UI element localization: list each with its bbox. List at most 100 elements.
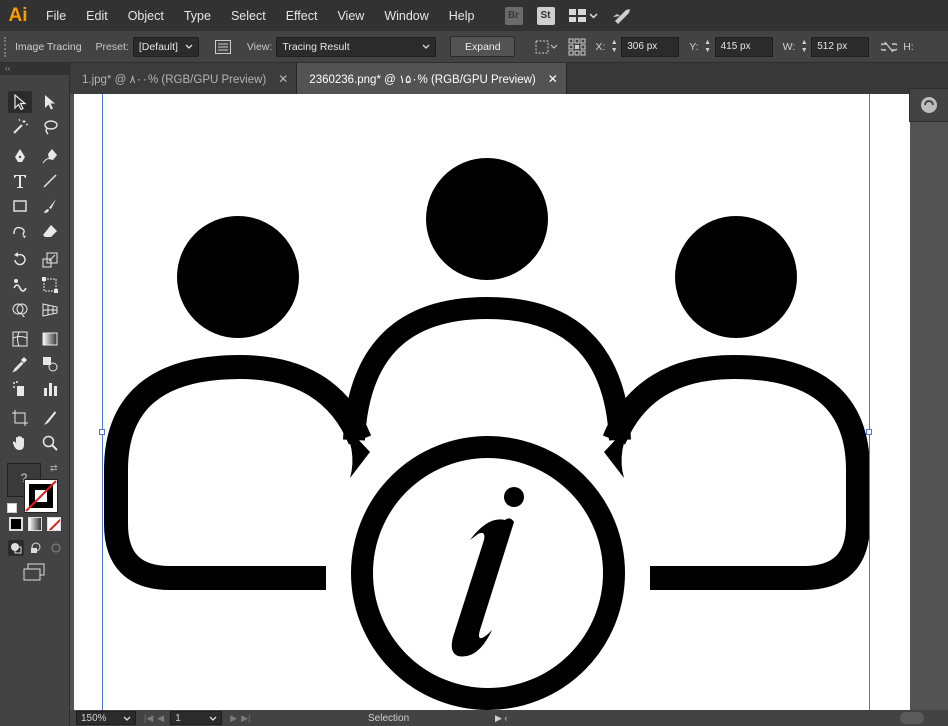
- gradient-tool[interactable]: [38, 328, 62, 350]
- pen-icon: [15, 148, 25, 162]
- reference-point-button[interactable]: [567, 37, 587, 57]
- menu-type[interactable]: Type: [174, 0, 221, 31]
- artboard-select[interactable]: 1: [170, 711, 223, 725]
- artboard[interactable]: [74, 94, 910, 710]
- expand-button[interactable]: Expand: [450, 36, 516, 57]
- constrain-proportions-button[interactable]: [879, 37, 899, 57]
- y-stepper[interactable]: ▲ ▼: [702, 37, 714, 57]
- eraser-tool[interactable]: [38, 220, 62, 242]
- rectangle-tool[interactable]: [8, 195, 32, 217]
- traced-artwork[interactable]: [74, 94, 910, 710]
- perspective-grid-tool[interactable]: [38, 299, 62, 321]
- eyedropper-tool[interactable]: [8, 353, 32, 375]
- draw-inside-icon: [51, 543, 61, 553]
- stroke-swatch[interactable]: [24, 479, 58, 513]
- bounding-handle-right[interactable]: [866, 429, 872, 435]
- zoom-select[interactable]: 150%: [76, 711, 136, 725]
- reference-point-icon: [568, 38, 586, 55]
- collapsed-panel-dock[interactable]: [909, 88, 948, 122]
- menu-help[interactable]: Help: [439, 0, 485, 31]
- paintbrush-icon: [44, 198, 56, 213]
- preset-select[interactable]: [Default]: [132, 36, 199, 57]
- y-field[interactable]: 415 px: [714, 36, 773, 57]
- column-graph-tool[interactable]: [38, 378, 62, 400]
- none-mode-button[interactable]: [47, 517, 61, 531]
- paintbrush-tool[interactable]: [38, 195, 62, 217]
- w-stepper[interactable]: ▲ ▼: [798, 37, 810, 57]
- zoom-tool[interactable]: [38, 432, 62, 454]
- canvas-area[interactable]: [70, 94, 948, 710]
- direct-selection-tool[interactable]: [38, 91, 62, 113]
- artboard-icon: [12, 409, 28, 426]
- symbol-sprayer-tool[interactable]: [8, 378, 32, 400]
- current-tool-status[interactable]: Selection: [368, 713, 409, 724]
- menu-window[interactable]: Window: [374, 0, 438, 31]
- slice-tool[interactable]: [38, 407, 62, 429]
- horizontal-scrollbar-thumb[interactable]: [900, 712, 924, 724]
- type-tool[interactable]: [8, 170, 32, 192]
- x-field[interactable]: 306 px: [621, 36, 680, 57]
- hand-tool[interactable]: [8, 432, 32, 454]
- status-menu-arrows[interactable]: ▶ ‹: [495, 713, 507, 724]
- tab-document-1[interactable]: 1.jpg* @ ۸۰۰% (RGB/GPU Preview) ✕: [70, 63, 298, 94]
- magic-wand-tool[interactable]: [8, 116, 32, 138]
- line-segment-tool[interactable]: [38, 170, 62, 192]
- w-field[interactable]: 512 px: [811, 36, 870, 57]
- last-artboard-icon[interactable]: ▶|: [241, 713, 250, 724]
- lasso-tool[interactable]: [38, 116, 62, 138]
- close-icon[interactable]: ✕: [278, 72, 288, 86]
- bridge-button[interactable]: Br: [504, 6, 523, 25]
- draw-inside-button[interactable]: [48, 540, 64, 556]
- shaper-tool[interactable]: [8, 220, 32, 242]
- shape-builder-icon: [12, 303, 28, 317]
- tools-collapse-button[interactable]: ‹‹: [0, 63, 69, 75]
- image-tracing-link[interactable]: Image Tracing: [15, 41, 82, 53]
- tab-document-2[interactable]: 2360236.png* @ ۱۵۰% (RGB/GPU Preview) ✕: [297, 63, 567, 94]
- draw-behind-button[interactable]: [28, 540, 44, 556]
- menu-effect[interactable]: Effect: [276, 0, 328, 31]
- next-artboard-icon[interactable]: ▶: [230, 713, 237, 724]
- rotate-tool[interactable]: [8, 249, 32, 271]
- no-color-icon: [25, 480, 57, 512]
- slice-icon: [44, 410, 56, 425]
- shaper-icon: [13, 226, 26, 238]
- previous-artboard-icon[interactable]: ◀: [157, 713, 164, 724]
- curvature-tool[interactable]: [38, 145, 62, 167]
- rectangle-icon: [13, 199, 27, 212]
- artboard-tool[interactable]: [8, 407, 32, 429]
- gradient-mode-button[interactable]: [28, 517, 42, 531]
- tracing-panel-button[interactable]: [213, 37, 233, 57]
- gradient-icon: [42, 332, 58, 345]
- shape-builder-tool[interactable]: [8, 299, 32, 321]
- stock-button[interactable]: St: [536, 6, 555, 25]
- draw-normal-button[interactable]: [8, 540, 24, 556]
- selection-tool[interactable]: [8, 90, 32, 113]
- menu-file[interactable]: File: [36, 0, 76, 31]
- blend-tool[interactable]: [38, 353, 62, 375]
- swap-fill-stroke-icon[interactable]: ⇄: [50, 463, 58, 474]
- gpu-rocket-icon[interactable]: [612, 8, 632, 24]
- menu-object[interactable]: Object: [118, 0, 174, 31]
- pen-tool[interactable]: [8, 145, 32, 167]
- menu-view[interactable]: View: [327, 0, 374, 31]
- view-select[interactable]: Tracing Result: [276, 36, 437, 57]
- control-bar: Image Tracing Preset: [Default] View: Tr…: [0, 31, 948, 63]
- x-stepper[interactable]: ▲ ▼: [608, 37, 620, 57]
- bounding-handle-left[interactable]: [99, 429, 105, 435]
- mesh-tool[interactable]: [8, 328, 32, 350]
- free-transform-tool[interactable]: [38, 274, 62, 296]
- panel-grip[interactable]: [4, 36, 10, 57]
- app-logo: Ai: [8, 4, 28, 26]
- align-button[interactable]: [533, 37, 559, 57]
- first-artboard-icon[interactable]: |◀: [144, 713, 153, 724]
- scale-tool[interactable]: [38, 249, 62, 271]
- close-icon[interactable]: ✕: [548, 72, 558, 86]
- workspace-switcher[interactable]: [568, 9, 598, 22]
- change-screen-mode-button[interactable]: [22, 563, 46, 584]
- default-colors-icon[interactable]: [7, 503, 17, 513]
- color-mode-button[interactable]: [9, 517, 23, 531]
- menu-edit[interactable]: Edit: [76, 0, 118, 31]
- h-label: H:: [903, 40, 914, 53]
- warp-tool[interactable]: [8, 274, 32, 296]
- menu-select[interactable]: Select: [221, 0, 276, 31]
